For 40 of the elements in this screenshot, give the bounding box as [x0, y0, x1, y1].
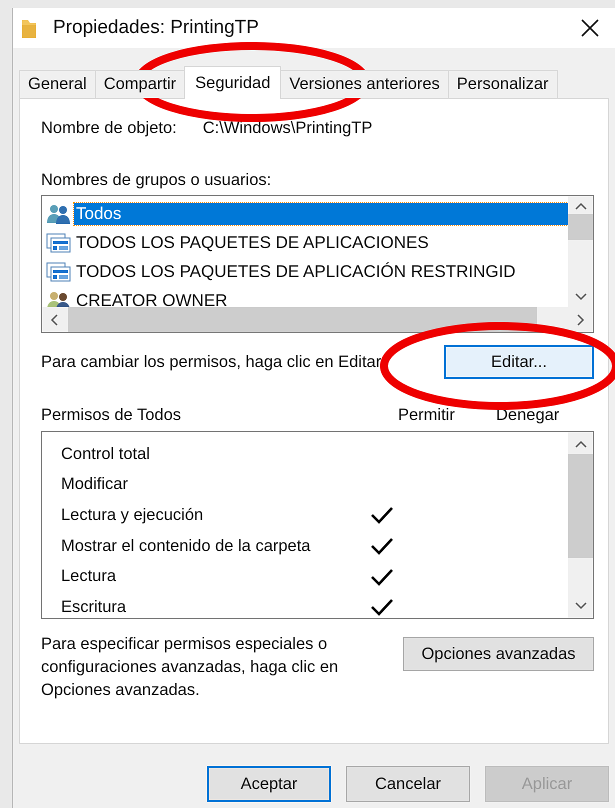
permission-name: Modificar	[61, 475, 129, 494]
dialog-button[interactable]: Aceptar	[207, 766, 331, 802]
scroll-up-icon[interactable]	[574, 202, 586, 210]
vertical-scrollbar[interactable]	[568, 432, 593, 618]
object-path: C:\Windows\PrintingTP	[202, 119, 372, 138]
scroll-thumb[interactable]	[568, 214, 593, 240]
groups-label: Nombres de grupos o usuarios:	[41, 171, 272, 190]
users-icon	[46, 204, 72, 224]
tab[interactable]: General	[19, 70, 96, 98]
group-item[interactable]: TODOS LOS PAQUETES DE APLICACIONES	[46, 228, 568, 257]
group-item[interactable]: TODOS LOS PAQUETES DE APLICACIÓN RESTRINGID	[46, 257, 568, 286]
object-name-label: Nombre de objeto:	[41, 119, 177, 138]
permission-name: Escritura	[61, 598, 128, 617]
permissions-title: Permisos de Todos	[41, 406, 182, 425]
advanced-hint: Para especificar permisos especiales o configuraciones avanzadas, haga clic en Opciones avanzadas.	[41, 634, 340, 701]
permission-name: Control total	[61, 444, 151, 464]
scroll-right-icon[interactable]	[577, 314, 585, 326]
app-package-icon	[46, 262, 72, 282]
scroll-down-icon[interactable]	[574, 602, 586, 610]
scroll-left-icon[interactable]	[50, 314, 58, 326]
tab[interactable]: Seguridad	[184, 66, 282, 99]
permission-name: Mostrar el contenido de la carpeta	[61, 536, 312, 556]
scroll-thumb[interactable]	[568, 454, 593, 558]
scroll-down-icon[interactable]	[574, 293, 586, 301]
column-header: Permitir	[398, 406, 456, 425]
edit-hint: Para cambiar los permisos, haga clic en Editar.	[41, 352, 385, 372]
app-package-icon	[46, 232, 72, 252]
permission-name: Lectura y ejecución	[61, 506, 204, 525]
advanced-options-button[interactable]: Opciones avanzadas	[403, 637, 594, 671]
edit-button[interactable]: Editar...	[444, 345, 594, 379]
tab[interactable]: Compartir	[94, 70, 186, 98]
vertical-scrollbar[interactable]	[568, 196, 593, 307]
permission-name: Lectura	[61, 567, 118, 586]
window-title: Propiedades: PrintingTP	[53, 17, 260, 39]
tab[interactable]: Personalizar	[448, 70, 558, 98]
folder-icon	[21, 17, 37, 39]
scroll-up-icon[interactable]	[574, 440, 586, 448]
tab[interactable]: Versiones anteriores	[280, 70, 449, 98]
dialog-button[interactable]: Cancelar	[346, 766, 470, 802]
column-header: Denegar	[496, 406, 560, 425]
